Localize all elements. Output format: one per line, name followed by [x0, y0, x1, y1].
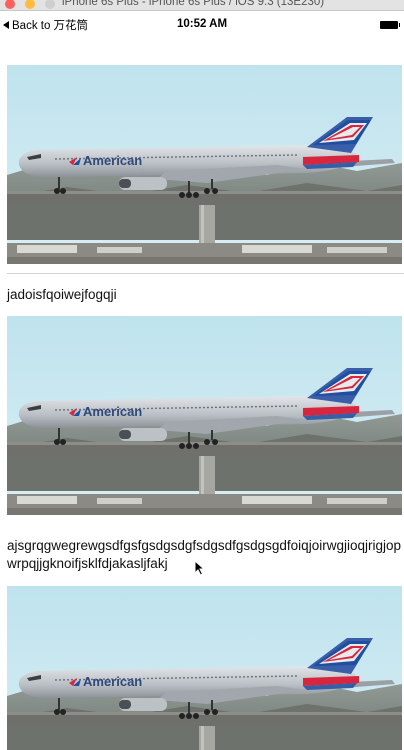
post-image[interactable] [7, 316, 402, 515]
post-caption: jadoisfqoiwejfogqji [7, 287, 117, 302]
status-time: 10:52 AM [176, 18, 228, 30]
status-bar: Back to 万花筒 10:52 AM [0, 12, 404, 34]
airplane-photo [7, 316, 402, 515]
window-title: iPhone 6s Plus - iPhone 6s Plus / iOS 9.… [62, 0, 325, 8]
window-close-button[interactable] [5, 0, 15, 9]
window-minimize-button[interactable] [25, 0, 35, 9]
airplane-photo [7, 65, 402, 264]
airplane-photo [7, 586, 402, 750]
post-divider [7, 273, 404, 274]
mouse-cursor-icon [194, 560, 206, 576]
battery-icon [380, 21, 400, 29]
post-image[interactable] [7, 65, 402, 264]
simulator-title-bar: iPhone 6s Plus - iPhone 6s Plus / iOS 9.… [0, 0, 404, 11]
window-zoom-button[interactable] [45, 0, 55, 9]
post-image[interactable] [7, 586, 402, 750]
